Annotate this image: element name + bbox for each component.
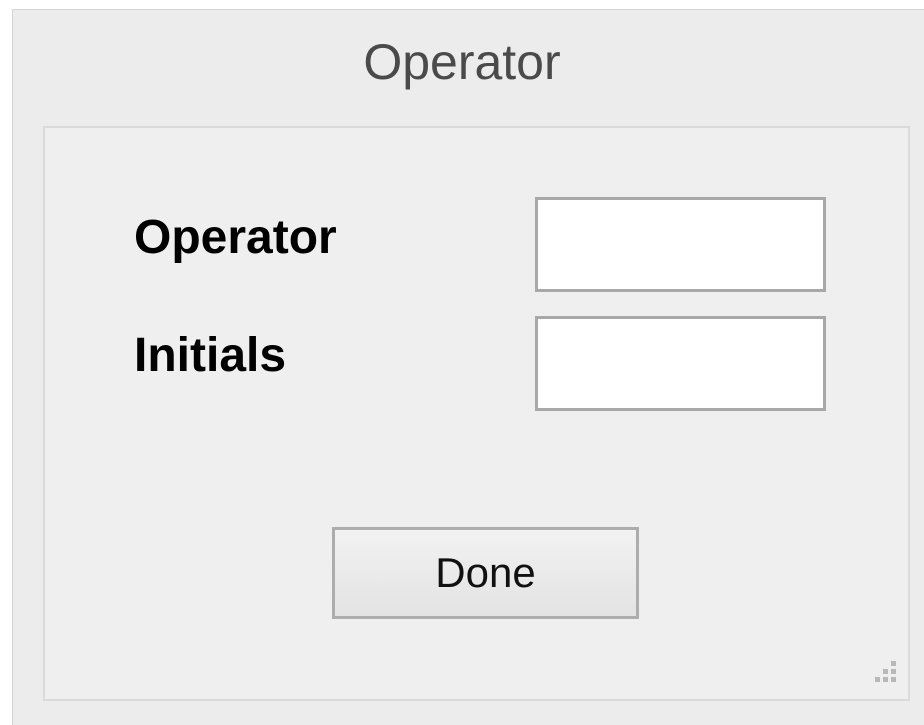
resize-grip-icon[interactable]	[866, 656, 902, 692]
initials-label: Initials	[134, 329, 287, 382]
dialog-title: Operator	[363, 34, 561, 90]
done-button[interactable]: Done	[332, 527, 639, 619]
initials-input[interactable]	[535, 316, 826, 411]
operator-label: Operator	[134, 211, 337, 264]
operator-input[interactable]	[535, 197, 826, 292]
